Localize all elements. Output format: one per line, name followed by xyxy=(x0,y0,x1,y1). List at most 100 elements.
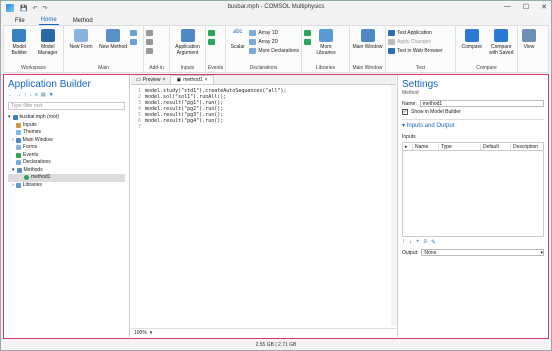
window-title: busbar.mph - COMSOL Multiphysics xyxy=(227,4,325,10)
output-field-row: Output: None ▾ xyxy=(402,249,544,256)
icon-column: ▸ xyxy=(403,143,413,150)
new-method-button[interactable]: New Method xyxy=(98,29,128,50)
compare-icon xyxy=(464,29,479,42)
filter-icon[interactable]: ▼ xyxy=(49,92,54,98)
forms-icon xyxy=(16,145,21,151)
delete-icon[interactable]: ≡ xyxy=(424,239,428,246)
menu-home[interactable]: Home xyxy=(38,17,59,25)
close-button[interactable]: ✕ xyxy=(541,3,547,11)
chevron-down-icon: ▾ xyxy=(402,123,406,129)
addin-icon[interactable] xyxy=(146,30,153,36)
array1d-button[interactable]: Array 1D xyxy=(249,30,299,36)
move-down-icon[interactable]: ↓ xyxy=(409,239,412,246)
code-editor[interactable]: 1 model.study("std1").createAutoSequences… xyxy=(131,85,396,325)
event-icon[interactable] xyxy=(208,30,215,36)
expand-icon[interactable]: ▤ xyxy=(41,92,46,98)
show-in-model-builder[interactable]: ✓ Show in Model Builder xyxy=(398,108,548,116)
settings-pane: Settings Method Name: method1 ✓ Show in … xyxy=(397,75,548,337)
ribbon: Model Builder Model Manager Workspace Ne… xyxy=(3,25,549,73)
more-libraries-button[interactable]: More Libraries xyxy=(313,29,339,56)
tree-item-inputs[interactable]: Inputs xyxy=(8,122,125,130)
compare-saved-icon xyxy=(494,29,509,42)
move-up-icon[interactable]: ↑ xyxy=(402,239,405,246)
close-tab-icon[interactable]: × xyxy=(163,77,166,83)
inputs-table[interactable]: ▸ Name Type Default Description xyxy=(402,142,544,237)
tab-method1[interactable]: ▣ method1 × xyxy=(170,75,214,84)
tree-toolbar: ← → ↑ ↓ ≡ ▤ ▼ xyxy=(4,90,129,100)
ribbon-group-addin: Add-in xyxy=(144,26,170,72)
new-form-button[interactable]: New Form xyxy=(66,29,96,50)
output-select[interactable]: None ▾ xyxy=(421,249,544,256)
zoom-control[interactable]: 100% ▾ xyxy=(131,328,396,337)
tree-item-main-window[interactable]: › Main Window xyxy=(8,137,125,145)
apply-changes-button[interactable]: Apply Changes xyxy=(388,39,443,45)
compare-button[interactable]: Compare xyxy=(458,29,486,50)
down-icon[interactable]: ↓ xyxy=(30,92,33,98)
edit-icon[interactable]: ✎ xyxy=(431,239,436,246)
addin-settings-icon[interactable] xyxy=(146,48,153,54)
library-add-icon[interactable] xyxy=(304,39,311,45)
model-manager-button[interactable]: Model Manager xyxy=(35,29,62,56)
ribbon-group-main: New Form New Method Main xyxy=(64,26,144,72)
settings-subtitle: Method xyxy=(402,90,419,96)
library-icon[interactable] xyxy=(304,30,311,36)
main-window-button[interactable]: Main Window xyxy=(352,29,383,50)
tree-item-declarations[interactable]: Declarations xyxy=(8,159,125,167)
maximize-button[interactable]: ☐ xyxy=(523,3,529,11)
up-icon[interactable]: ↑ xyxy=(24,92,27,98)
editor-tabs: ▭ Preview × ▣ method1 × xyxy=(131,75,396,85)
scalar-button[interactable]: abc Scalar xyxy=(228,29,247,50)
chevron-down-icon[interactable]: ▾ xyxy=(150,330,153,336)
back-icon[interactable]: ← xyxy=(8,92,13,98)
event-local-icon[interactable] xyxy=(208,39,215,45)
declarations-icon xyxy=(16,160,21,166)
name-input[interactable]: method1 xyxy=(419,100,544,107)
chevron-down-icon: ▾ xyxy=(540,250,543,256)
checkbox-icon[interactable]: ✓ xyxy=(402,109,408,115)
more-declarations-button[interactable]: More Declarations xyxy=(249,48,299,54)
test-application-button[interactable]: Test Application xyxy=(388,30,443,36)
forward-icon[interactable]: → xyxy=(16,92,21,98)
editor-scrollbar[interactable] xyxy=(391,85,396,325)
apply-icon xyxy=(388,39,395,45)
collapse-icon[interactable]: ≡ xyxy=(35,92,38,98)
tree-item-themes[interactable]: Themes xyxy=(8,129,125,137)
ribbon-group-layout: View xyxy=(518,26,540,72)
tree-item-forms[interactable]: Forms xyxy=(8,144,125,152)
tree-item-root[interactable]: ▾ busbar.mph (root) xyxy=(8,114,125,122)
array2d-button[interactable]: Array 2D xyxy=(249,39,299,45)
close-tab-icon[interactable]: × xyxy=(205,77,208,83)
tree-item-method1[interactable]: method1 xyxy=(8,174,125,182)
new-method-icon xyxy=(106,29,120,42)
menu-file[interactable]: File xyxy=(13,18,27,25)
view-button[interactable]: View xyxy=(520,29,538,50)
editor-pane: ▭ Preview × ▣ method1 × 1 model.study("std1")… xyxy=(131,75,396,337)
tree-item-libraries[interactable]: › Libraries xyxy=(8,182,125,190)
app-window: 💾 ↶ ↷ busbar.mph - COMSOL Multiphysics —… xyxy=(0,0,552,351)
events-icon xyxy=(16,152,21,158)
addin-library-icon[interactable] xyxy=(146,39,153,45)
application-argument-button[interactable]: Application Argument xyxy=(172,29,203,56)
play-icon xyxy=(388,30,395,36)
grid-icon[interactable] xyxy=(130,30,137,36)
tree-item-events[interactable]: Events xyxy=(8,152,125,160)
code-line: 7 xyxy=(137,124,141,130)
add-icon[interactable]: + xyxy=(416,239,420,246)
ribbon-group-declarations: abc Scalar Array 1D Array 2D More Declara… xyxy=(226,26,302,72)
app-tree: ▾ busbar.mph (root) Inputs Themes › Main W… xyxy=(4,112,129,191)
menu-method[interactable]: Method xyxy=(71,18,95,25)
main-window-tree-icon xyxy=(15,137,21,143)
model-builder-button[interactable]: Model Builder xyxy=(6,29,33,56)
tab-preview[interactable]: ▭ Preview × xyxy=(131,76,170,84)
section-inputs-output[interactable]: ▾ Inputs and Output xyxy=(402,119,544,129)
test-web-browser-button[interactable]: Test in Web Browser xyxy=(388,48,443,54)
view-icon xyxy=(522,29,536,42)
filter-input[interactable]: Type filter text xyxy=(8,102,125,110)
ribbon-group-inputs: Application Argument Inputs xyxy=(170,26,206,72)
form-icon[interactable] xyxy=(130,39,137,45)
tree-item-methods[interactable]: ▾ Methods xyxy=(8,167,125,175)
compare-saved-button[interactable]: Compare with Saved xyxy=(488,29,516,56)
minimize-button[interactable]: — xyxy=(504,3,511,11)
name-field-row: Name: method1 xyxy=(398,99,548,108)
ribbon-group-events: Events xyxy=(206,26,226,72)
